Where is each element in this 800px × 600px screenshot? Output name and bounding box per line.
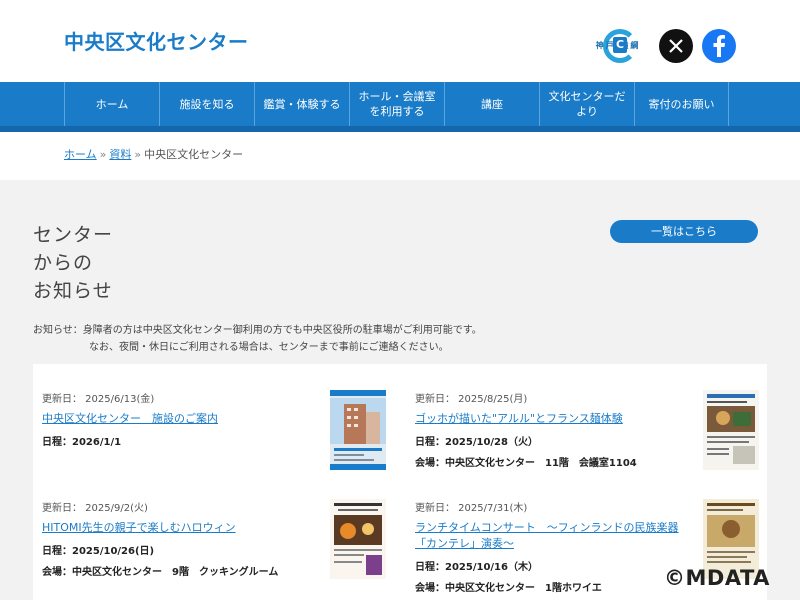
nav-item-hall-rental[interactable]: ホール・会議室を利用する <box>349 82 444 126</box>
watermark-text: ©MDATA <box>664 566 770 590</box>
news-card: 更新日： 2025/9/2(火) HITOMI先生の親子で楽しむハロウィン 日程… <box>42 499 322 578</box>
news-updated-date: 更新日： 2025/7/31(木) <box>415 503 528 514</box>
news-title-link[interactable]: ランチタイムコンサート ～フィンランドの民族楽器「カンテレ」演奏～ <box>415 520 700 552</box>
nav-item-facility[interactable]: 施設を知る <box>159 82 254 126</box>
news-card: 更新日： 2025/6/13(金) 中央区文化センター 施設のご案内 日程：20… <box>42 390 322 448</box>
view-all-button[interactable]: 一覧はこちら <box>610 220 758 243</box>
news-venue: 会場：中央区文化センター 9階 クッキングルーム <box>42 567 279 578</box>
news-title-link[interactable]: 中央区文化センター 施設のご案内 <box>42 411 322 427</box>
breadcrumb-bar: ホーム» 資料» 中央区文化センター <box>0 132 800 180</box>
nav-item-donation[interactable]: 寄付のお願い <box>634 82 729 126</box>
breadcrumb-separator: » <box>99 148 107 161</box>
nav-item-experience[interactable]: 鑑賞・体験する <box>254 82 349 126</box>
breadcrumb-parent-link[interactable]: 資料 <box>109 148 131 161</box>
breadcrumb: ホーム» 資料» 中央区文化センター <box>64 146 243 162</box>
breadcrumb-home-link[interactable]: ホーム <box>64 148 97 161</box>
news-schedule: 日程：2026/1/1 <box>42 437 122 448</box>
nav-item-courses[interactable]: 講座 <box>444 82 539 126</box>
kobe-city-logo-icon[interactable]: 神戸 横綱 C <box>595 28 641 64</box>
breadcrumb-current: 中央区文化センター <box>144 148 244 161</box>
news-schedule: 日程：2025/10/26(日) <box>42 546 155 557</box>
news-thumbnail-building[interactable] <box>330 390 386 470</box>
news-panel: 更新日： 2025/6/13(金) 中央区文化センター 施設のご案内 日程：20… <box>33 364 767 600</box>
news-card: 更新日： 2025/8/25(月) ゴッホが描いた"アルル"とフランス麺体験 日… <box>415 390 700 469</box>
section-title: センター からの お知らせ <box>33 224 114 302</box>
site-title[interactable]: 中央区文化センター <box>64 26 249 55</box>
global-nav: ホーム 施設を知る 鑑賞・体験する ホール・会議室を利用する 講座 文化センター… <box>0 82 800 132</box>
news-card: 更新日： 2025/7/31(木) ランチタイムコンサート ～フィンランドの民族… <box>415 499 700 594</box>
site-header: 中央区文化センター 神戸 横綱 C <box>0 0 800 82</box>
news-updated-date: 更新日： 2025/8/25(月) <box>415 394 528 405</box>
news-schedule: 日程：2025/10/16（木） <box>415 562 538 573</box>
news-venue: 会場：中央区文化センター 1階ホワイエ <box>415 583 602 594</box>
news-updated-date: 更新日： 2025/6/13(金) <box>42 394 155 405</box>
news-title-link[interactable]: HITOMI先生の親子で楽しむハロウィン <box>42 520 322 536</box>
facebook-icon[interactable] <box>702 29 736 63</box>
notice-text: お知らせ：身障者の方は中央区文化センター御利用の方でも中央区役所の駐車場がご利用… <box>33 325 482 353</box>
x-twitter-icon[interactable] <box>659 29 693 63</box>
news-venue: 会場：中央区文化センター 11階 会議室1104 <box>415 458 637 469</box>
news-thumbnail-flyer[interactable] <box>703 390 759 470</box>
news-title-link[interactable]: ゴッホが描いた"アルル"とフランス麺体験 <box>415 411 700 427</box>
breadcrumb-separator: » <box>134 148 142 161</box>
news-schedule: 日程：2025/10/28（火） <box>415 437 538 448</box>
news-thumbnail-halloween[interactable] <box>330 499 386 579</box>
nav-item-home[interactable]: ホーム <box>64 82 159 126</box>
nav-item-newsletter[interactable]: 文化センターだより <box>539 82 634 126</box>
news-updated-date: 更新日： 2025/9/2(火) <box>42 503 148 514</box>
